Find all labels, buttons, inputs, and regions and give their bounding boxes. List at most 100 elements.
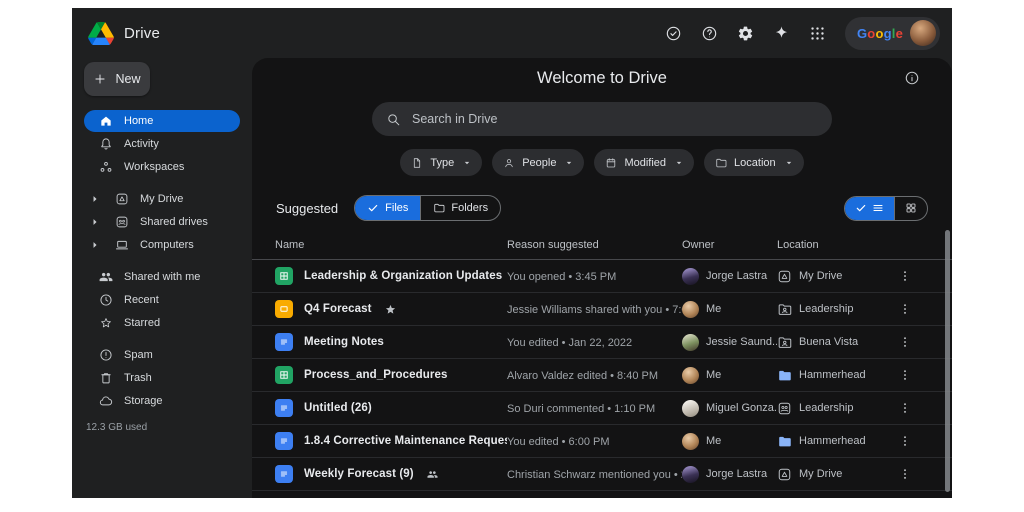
sidebar-item-trash[interactable]: Trash xyxy=(84,367,240,389)
chip-label: People xyxy=(522,157,556,169)
location-name: My Drive xyxy=(799,468,842,480)
list-view-toggle[interactable] xyxy=(845,197,894,220)
filter-chips: Type People Modified Location xyxy=(252,149,952,176)
bell-icon xyxy=(99,137,113,151)
sidebar-item-label: Shared with me xyxy=(124,271,200,283)
expand-icon[interactable] xyxy=(88,215,102,229)
file-name: 1.8.4 Corrective Maintenance Request xyxy=(304,435,507,447)
table-row[interactable]: Q4 ForecastJessie Williams shared with y… xyxy=(252,293,952,326)
mydrive-loc-icon xyxy=(777,269,792,284)
apps-grid-icon[interactable] xyxy=(809,25,826,42)
folder-blue-icon xyxy=(777,434,792,449)
files-toggle-label: Files xyxy=(385,202,408,214)
expand-icon[interactable] xyxy=(88,192,102,206)
gemini-sparkle-icon[interactable] xyxy=(773,25,790,42)
chevron-down-icon xyxy=(563,157,575,169)
folders-toggle[interactable]: Folders xyxy=(420,196,500,220)
sidebar-item-activity[interactable]: Activity xyxy=(84,133,240,155)
table-row[interactable]: Weekly Forecast (9)Christian Schwarz men… xyxy=(252,458,952,491)
settings-icon[interactable] xyxy=(737,25,754,42)
sheets-file-icon xyxy=(275,366,293,384)
folders-toggle-label: Folders xyxy=(451,202,488,214)
sidebar-item-shared-with-me[interactable]: Shared with me xyxy=(84,266,240,288)
more-options-icon[interactable] xyxy=(898,302,912,316)
google-account-pill[interactable]: Google xyxy=(845,17,940,50)
sidebar-section-0: HomeActivity Workspaces xyxy=(72,110,252,178)
top-bar: Drive Google xyxy=(72,8,952,58)
person-icon xyxy=(503,157,515,169)
docs-file-icon xyxy=(275,432,293,450)
more-options-icon[interactable] xyxy=(898,434,912,448)
column-header-owner[interactable]: Owner xyxy=(682,239,777,251)
sidebar-item-workspaces[interactable]: Workspaces xyxy=(84,156,240,178)
mydrive-icon xyxy=(115,192,129,206)
folder-icon xyxy=(715,157,727,169)
expand-icon[interactable] xyxy=(88,238,102,252)
location-name: Hammerhead xyxy=(799,435,866,447)
sidebar-item-label: Computers xyxy=(140,239,194,251)
table-row[interactable]: Process_and_ProceduresAlvaro Valdez edit… xyxy=(252,359,952,392)
owner-name: Me xyxy=(706,435,721,447)
sidebar-item-recent[interactable]: Recent xyxy=(84,289,240,311)
chip-label: Location xyxy=(734,157,776,169)
more-options-icon[interactable] xyxy=(898,368,912,382)
sidebar-item-starred[interactable]: Starred xyxy=(84,312,240,334)
alert-icon xyxy=(99,348,113,362)
column-header-name[interactable]: Name xyxy=(252,239,507,251)
table-row[interactable]: W12 v22 UpdateYou edited • Jan 7, 2022Mi… xyxy=(252,491,952,498)
owner-name: Me xyxy=(706,369,721,381)
chevron-down-icon xyxy=(783,157,795,169)
owner-name: Jorge Lastra xyxy=(706,468,767,480)
files-toggle[interactable]: Files xyxy=(355,196,420,220)
search-input[interactable] xyxy=(412,112,818,126)
table-row[interactable]: 1.8.4 Corrective Maintenance RequestYou … xyxy=(252,425,952,458)
account-avatar[interactable] xyxy=(910,20,936,46)
shared-folder-icon xyxy=(777,335,792,350)
file-icon xyxy=(411,157,423,169)
grid-view-toggle[interactable] xyxy=(894,197,927,220)
filter-chip-location[interactable]: Location xyxy=(704,149,804,176)
filter-chip-type[interactable]: Type xyxy=(400,149,482,176)
owner-avatar xyxy=(682,334,699,351)
sidebar-section-2: Shared with me Recent Starred xyxy=(72,266,252,334)
more-options-icon[interactable] xyxy=(898,401,912,415)
info-icon[interactable] xyxy=(904,70,920,86)
new-button[interactable]: New xyxy=(84,62,150,96)
more-options-icon[interactable] xyxy=(898,269,912,283)
owner-avatar xyxy=(682,367,699,384)
filter-chip-people[interactable]: People xyxy=(492,149,584,176)
column-header-location[interactable]: Location xyxy=(777,239,885,251)
sidebar-item-computers[interactable]: Computers xyxy=(84,234,240,256)
sidebar-item-label: Workspaces xyxy=(124,161,184,173)
sidebar-item-storage[interactable]: Storage xyxy=(84,390,240,412)
search-bar[interactable] xyxy=(372,102,832,136)
table-row[interactable]: Leadership & Organization UpdatesYou ope… xyxy=(252,260,952,293)
owner-name: Jorge Lastra xyxy=(706,270,767,282)
scrollbar[interactable] xyxy=(945,230,950,492)
drive-logo[interactable]: Drive xyxy=(72,22,160,45)
calendar-icon xyxy=(605,157,617,169)
table-row[interactable]: Untitled (26)So Duri commented • 1:10 PM… xyxy=(252,392,952,425)
help-icon[interactable] xyxy=(701,25,718,42)
home-icon xyxy=(99,114,113,128)
suggested-label: Suggested xyxy=(276,201,338,216)
owner-name: Miguel Gonza... xyxy=(706,402,777,414)
sidebar-item-my-drive[interactable]: My Drive xyxy=(84,188,240,210)
more-options-icon[interactable] xyxy=(898,467,912,481)
offline-status-icon[interactable] xyxy=(665,25,682,42)
main-panel: Welcome to Drive Type People Modified xyxy=(252,58,952,498)
more-options-icon[interactable] xyxy=(898,335,912,349)
sidebar-item-label: Recent xyxy=(124,294,159,306)
file-name: Meeting Notes xyxy=(304,336,384,348)
column-header-reason[interactable]: Reason suggested xyxy=(507,239,682,251)
shareddrives-icon xyxy=(115,215,129,229)
sidebar-item-shared-drives[interactable]: Shared drives xyxy=(84,211,240,233)
filter-chip-modified[interactable]: Modified xyxy=(594,149,694,176)
folder-icon xyxy=(433,202,445,214)
table-row[interactable]: Meeting NotesYou edited • Jan 22, 2022Je… xyxy=(252,326,952,359)
docs-file-icon xyxy=(275,465,293,483)
search-icon xyxy=(386,112,401,127)
storage-usage-text: 12.3 GB used xyxy=(86,422,252,433)
sidebar-item-home[interactable]: Home xyxy=(84,110,240,132)
sidebar-item-spam[interactable]: Spam xyxy=(84,344,240,366)
